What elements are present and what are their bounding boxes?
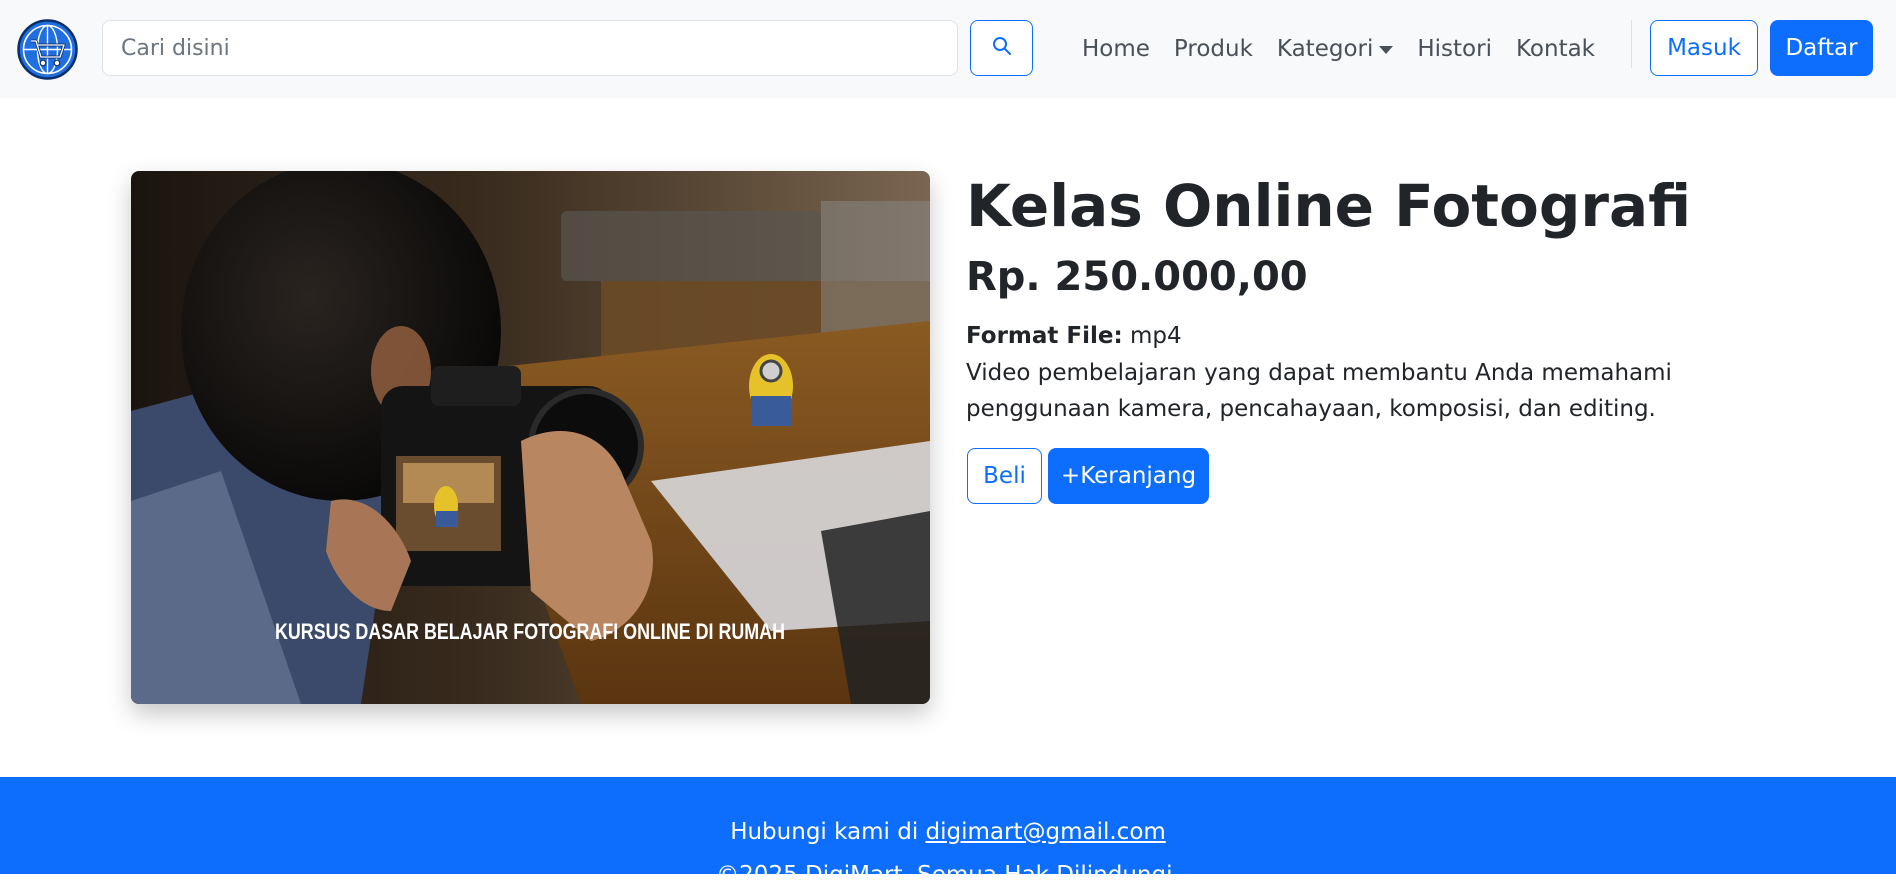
footer: Hubungi kami di digimart@gmail.com ©2025… — [0, 777, 1896, 888]
search-icon — [992, 36, 1012, 60]
format-value: mp4 — [1130, 323, 1182, 349]
search-input[interactable] — [102, 20, 958, 76]
buy-button[interactable]: Beli — [967, 448, 1042, 504]
nav-link-home[interactable]: Home — [1070, 36, 1162, 62]
product-price: Rp. 250.000,00 — [966, 254, 1308, 300]
format-line: Format File: mp4 — [966, 320, 1182, 352]
footer-copyright: ©2025 DigiMart. Semua Hak Dilindungi. — [716, 862, 1180, 888]
nav-link-label: Kategori — [1276, 36, 1374, 62]
nav-divider — [1631, 20, 1632, 68]
image-caption: KURSUS DASAR BELAJAR FOTOGRAFI ONLINE DI… — [275, 619, 785, 644]
nav-dropdown-kategori[interactable]: Kategori — [1265, 36, 1405, 62]
navbar: Home Produk Kategori Histori Kontak Masu… — [0, 0, 1896, 98]
product-title: Kelas Online Fotografi — [966, 172, 1692, 240]
nav-link-label: Kontak — [1515, 36, 1596, 62]
format-label: Format File: — [966, 323, 1123, 349]
footer-email-link[interactable]: digimart@gmail.com — [926, 819, 1166, 845]
nav-link-label: Produk — [1173, 36, 1253, 62]
globe-cart-icon[interactable] — [17, 19, 78, 80]
nav-link-histori[interactable]: Histori — [1405, 36, 1504, 62]
product-image: KURSUS DASAR BELAJAR FOTOGRAFI ONLINE DI… — [131, 171, 930, 704]
register-button[interactable]: Daftar — [1770, 20, 1873, 76]
nav-link-label: Home — [1082, 36, 1150, 62]
caret-down-icon — [1379, 46, 1394, 54]
nav-link-produk[interactable]: Produk — [1162, 36, 1265, 62]
add-to-cart-button[interactable]: +Keranjang — [1048, 448, 1209, 504]
footer-contact: Hubungi kami di digimart@gmail.com — [0, 816, 1896, 848]
search-button[interactable] — [970, 20, 1033, 76]
login-button[interactable]: Masuk — [1650, 20, 1758, 76]
footer-contact-text: Hubungi kami di — [730, 819, 926, 845]
nav-link-kontak[interactable]: Kontak — [1504, 36, 1607, 62]
nav-link-label: Histori — [1417, 36, 1492, 62]
product-description: Video pembelajaran yang dapat membantu A… — [966, 360, 1672, 422]
nav-menu: Home Produk Kategori Histori Kontak — [1070, 0, 1607, 98]
